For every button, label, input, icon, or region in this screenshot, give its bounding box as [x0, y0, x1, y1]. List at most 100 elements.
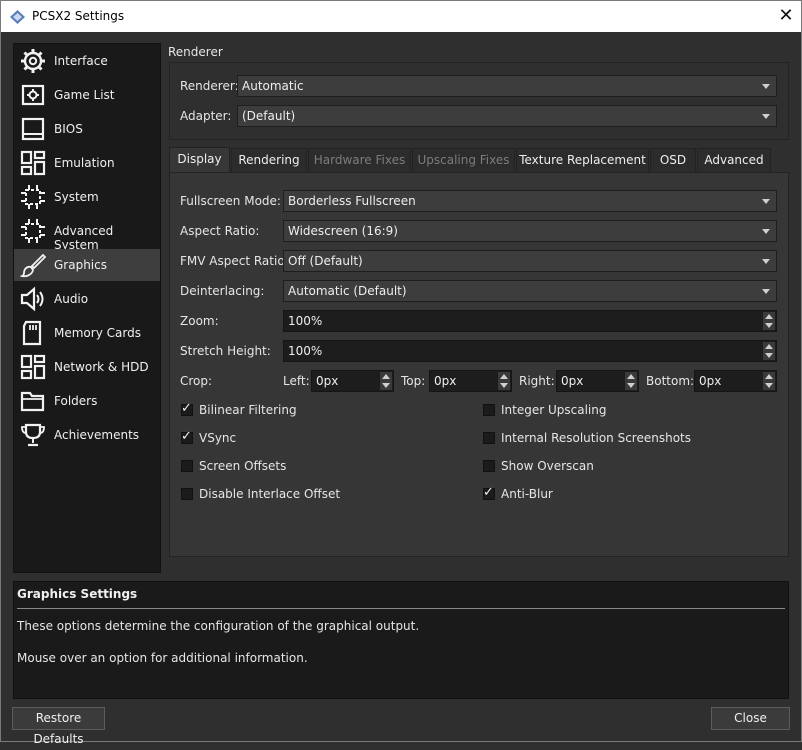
integer-upscaling-label: Integer Upscaling [501, 403, 607, 417]
chevron-down-icon [762, 259, 770, 264]
screen-offsets-label: Screen Offsets [199, 459, 287, 473]
bilinear-filtering-label: Bilinear Filtering [199, 403, 297, 417]
disable-interlace-offset-label: Disable Interlace Offset [199, 487, 341, 501]
internal-resolution-screenshots-label: Internal Resolution Screenshots [501, 431, 691, 445]
stretch-height-value: 100% [288, 344, 323, 358]
settings-sidebar: Interface Game List BIOS Emulation Syste… [13, 43, 161, 573]
fullscreen-mode-combo[interactable]: Borderless Fullscreen [283, 190, 777, 212]
spin-buttons[interactable] [625, 372, 637, 390]
crop-label: Crop: [180, 374, 213, 388]
integer-upscaling-checkbox[interactable] [483, 404, 495, 416]
check-icon: ✓ [181, 429, 192, 444]
spin-up-icon [765, 344, 773, 349]
sidebar-item-label: Memory Cards [54, 326, 141, 340]
brush-icon [20, 253, 46, 278]
sidebar-item-advanced-system[interactable]: Advanced System [14, 215, 160, 252]
fullscreen-mode-value: Borderless Fullscreen [288, 194, 416, 208]
anti-blur-checkbox[interactable]: ✓ [483, 485, 495, 500]
chevron-down-icon [762, 199, 770, 204]
sidebar-item-bios[interactable]: BIOS [14, 113, 160, 145]
help-title: Graphics Settings [17, 587, 138, 601]
help-divider [17, 608, 785, 609]
spin-buttons[interactable] [763, 342, 775, 360]
deinterlacing-label: Deinterlacing: [180, 284, 265, 298]
aspect-ratio-value: Widescreen (16:9) [288, 224, 398, 238]
spin-buttons[interactable] [763, 372, 775, 390]
spin-up-icon [627, 374, 635, 379]
memory-card-icon [22, 320, 42, 346]
stretch-height-spinbox[interactable]: 100% [283, 340, 777, 362]
aspect-ratio-label: Aspect Ratio: [180, 224, 260, 238]
chevron-down-icon [762, 229, 770, 234]
sidebar-item-memory-cards[interactable]: Memory Cards [14, 317, 160, 349]
fmv-aspect-ratio-label: FMV Aspect Ratio: [180, 254, 289, 268]
sidebar-item-label: Graphics [54, 258, 107, 272]
crop-bottom-value: 0px [699, 374, 722, 388]
sidebar-item-audio[interactable]: Audio [14, 283, 160, 315]
sidebar-item-folders[interactable]: Folders [14, 385, 160, 417]
chip-icon [21, 117, 45, 141]
spin-buttons[interactable] [763, 312, 775, 330]
help-text-line-2: Mouse over an option for additional info… [17, 651, 308, 665]
zoom-label: Zoom: [180, 314, 219, 328]
sidebar-item-system[interactable]: System [14, 181, 160, 213]
restore-defaults-button[interactable]: Restore Defaults [12, 707, 105, 746]
sidebar-item-network-hdd[interactable]: Network & HDD [14, 351, 160, 383]
crop-left-value: 0px [316, 374, 339, 388]
renderer-value: Automatic [242, 79, 304, 93]
cpu-icon [21, 185, 45, 209]
spin-up-icon [500, 374, 508, 379]
chevron-down-icon [762, 114, 770, 119]
crop-bottom-label: Bottom: [646, 374, 695, 388]
renderer-combo[interactable]: Automatic [237, 75, 777, 97]
tab-texture-replacement[interactable]: Texture Replacement [516, 148, 649, 172]
sidebar-item-game-list[interactable]: Game List [14, 79, 160, 111]
sidebar-item-interface[interactable]: Interface [14, 45, 160, 77]
close-button[interactable]: Close [711, 707, 790, 730]
sidebar-item-achievements[interactable]: Achievements [14, 419, 160, 451]
disable-interlace-offset-checkbox[interactable] [181, 488, 193, 500]
crop-top-value: 0px [434, 374, 457, 388]
pcsx2-logo-icon [10, 10, 25, 24]
aspect-ratio-combo[interactable]: Widescreen (16:9) [283, 220, 777, 242]
internal-resolution-screenshots-checkbox[interactable] [483, 432, 495, 444]
tab-osd[interactable]: OSD [650, 148, 696, 172]
adapter-label: Adapter: [180, 109, 232, 123]
crop-left-spinbox[interactable]: 0px [311, 370, 394, 392]
screen-offsets-checkbox[interactable] [181, 460, 193, 472]
deinterlacing-value: Automatic (Default) [288, 284, 407, 298]
crop-bottom-spinbox[interactable]: 0px [694, 370, 777, 392]
folder-icon [20, 391, 45, 412]
zoom-value: 100% [288, 314, 323, 328]
check-icon: ✓ [483, 485, 494, 500]
tab-rendering[interactable]: Rendering [231, 148, 307, 172]
vsync-label: VSync [199, 431, 237, 445]
crop-left-label: Left: [283, 374, 310, 388]
vsync-checkbox[interactable]: ✓ [181, 429, 193, 444]
spin-buttons[interactable] [380, 372, 392, 390]
zoom-spinbox[interactable]: 100% [283, 310, 777, 332]
spin-buttons[interactable] [498, 372, 510, 390]
adapter-combo[interactable]: (Default) [237, 105, 777, 127]
crop-right-spinbox[interactable]: 0px [556, 370, 639, 392]
tab-display[interactable]: Display [169, 147, 230, 173]
deinterlacing-combo[interactable]: Automatic (Default) [283, 280, 777, 302]
fmv-aspect-ratio-combo[interactable]: Off (Default) [283, 250, 777, 272]
spin-down-icon [765, 323, 773, 328]
bilinear-filtering-checkbox[interactable]: ✓ [181, 401, 193, 416]
chevron-down-icon [762, 289, 770, 294]
crop-right-label: Right: [519, 374, 555, 388]
tab-advanced[interactable]: Advanced [697, 148, 771, 172]
sidebar-item-graphics[interactable]: Graphics [14, 249, 160, 281]
show-overscan-checkbox[interactable] [483, 460, 495, 472]
anti-blur-label: Anti-Blur [501, 487, 553, 501]
spin-down-icon [500, 383, 508, 388]
spin-up-icon [765, 374, 773, 379]
renderer-label: Renderer: [180, 79, 239, 93]
sidebar-item-emulation[interactable]: Emulation [14, 147, 160, 179]
sidebar-item-label: Network & HDD [54, 360, 149, 374]
crop-top-spinbox[interactable]: 0px [429, 370, 512, 392]
game-list-icon [21, 84, 45, 106]
window-close-icon[interactable]: ✕ [773, 5, 799, 29]
tab-upscaling-fixes: Upscaling Fixes [412, 148, 515, 172]
